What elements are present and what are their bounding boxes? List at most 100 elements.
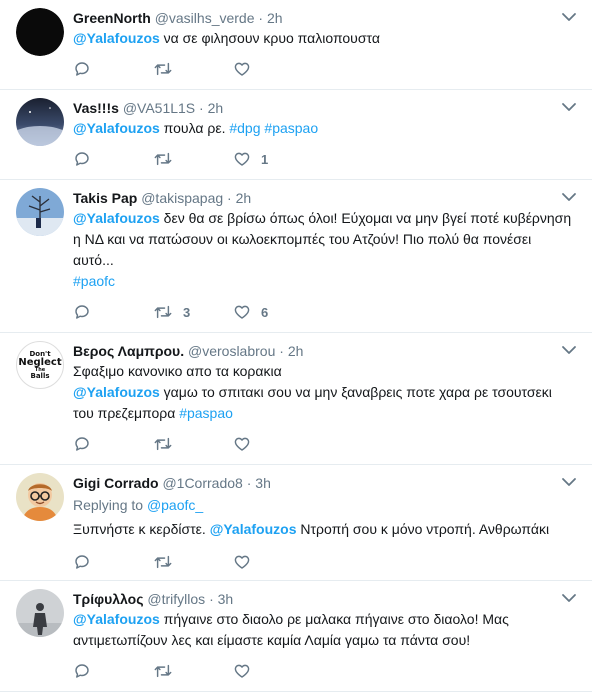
tweet-actions: 36: [73, 302, 582, 322]
display-name[interactable]: Takis Pap: [73, 190, 137, 206]
hashtag-link[interactable]: #paofc: [73, 273, 115, 289]
like-button[interactable]: [233, 435, 313, 453]
reply-icon: [73, 150, 91, 168]
chevron-down-icon[interactable]: [560, 190, 578, 204]
tweet-text: Ξυπνήστε κ κερδίστε. @Yalafouzos Ντροπή …: [73, 519, 582, 540]
reply-button[interactable]: [73, 435, 153, 453]
mention-link[interactable]: @Yalafouzos: [73, 30, 160, 46]
chevron-down-icon[interactable]: [560, 591, 578, 605]
separator-dot: ·: [279, 343, 284, 359]
separator-dot: ·: [209, 591, 214, 607]
tweet-header: Takis Pap @takispapag · 2h: [73, 188, 582, 208]
display-name[interactable]: GreenNorth: [73, 10, 151, 26]
mention-link[interactable]: @Yalafouzos: [210, 521, 297, 537]
tweet-text-line: @Yalafouzos να σε φιλησουν κρυο παλιοπου…: [73, 28, 582, 49]
like-button[interactable]: 1: [233, 150, 313, 168]
like-icon: [233, 60, 251, 78]
tweet-text-line: αυτό...: [73, 250, 582, 271]
timestamp[interactable]: 2h: [288, 343, 304, 359]
mention-link[interactable]: @Yalafouzos: [73, 210, 160, 226]
tweet-header: GreenNorth @vasilhs_verde · 2h: [73, 8, 582, 28]
timestamp[interactable]: 3h: [218, 591, 234, 607]
tweet-text: Σφαξιμο κανονικο απο τα κορακια @Yalafouz…: [73, 361, 582, 424]
tweet[interactable]: Don't Neglect The Balls Βερος Λαμπρου. @vero…: [0, 333, 592, 465]
like-count: 1: [261, 151, 269, 167]
reply-button[interactable]: [73, 150, 153, 168]
chevron-down-icon[interactable]: [560, 475, 578, 489]
reply-button[interactable]: [73, 553, 153, 571]
chevron-down-icon[interactable]: [560, 100, 578, 114]
avatar[interactable]: [16, 589, 64, 637]
display-name[interactable]: Vas!!!s: [73, 100, 119, 116]
tweet-actions: [73, 552, 582, 572]
hashtag-link[interactable]: #paspao: [179, 405, 233, 421]
display-name[interactable]: Gigi Corrado: [73, 475, 159, 491]
like-button[interactable]: [233, 553, 313, 571]
chevron-down-icon[interactable]: [560, 10, 578, 24]
tweet-feed: GreenNorth @vasilhs_verde · 2h @Yalafouzo…: [0, 0, 592, 692]
timestamp[interactable]: 2h: [236, 190, 252, 206]
retweet-count: 3: [183, 304, 191, 320]
avatar[interactable]: [16, 473, 64, 521]
tweet[interactable]: Τρίφυλλος @trifyllos · 3h @Yalafouzos πήγ…: [0, 581, 592, 692]
separator-dot: ·: [246, 475, 252, 491]
reply-icon: [73, 662, 91, 680]
tweet[interactable]: Vas!!!s @VA51L1S · 2h @Yalafouzos πουλα ρ…: [0, 90, 592, 180]
like-icon: [233, 150, 251, 168]
retweet-button[interactable]: [153, 662, 233, 680]
reply-icon: [73, 60, 91, 78]
tweet-header: Τρίφυλλος @trifyllos · 3h: [73, 589, 582, 609]
reply-button[interactable]: [73, 60, 153, 78]
retweet-icon: [153, 662, 173, 680]
text-segment: η ΝΔ και να πατώσουν οι κωλοεκπομπές του…: [73, 231, 532, 247]
display-name[interactable]: Τρίφυλλος: [73, 591, 144, 607]
retweet-button[interactable]: [153, 435, 233, 453]
user-handle[interactable]: @1Corrado8: [162, 475, 242, 491]
timestamp[interactable]: 3h: [255, 475, 271, 491]
retweet-button[interactable]: 3: [153, 303, 233, 321]
retweet-button[interactable]: [153, 553, 233, 571]
timestamp[interactable]: 2h: [208, 100, 224, 116]
tweet[interactable]: Gigi Corrado @1Corrado8 · 3h Replying to …: [0, 465, 592, 581]
retweet-icon: [153, 60, 173, 78]
tweet-text: @Yalafouzos να σε φιλησουν κρυο παλιοπου…: [73, 28, 582, 49]
tweet-text-line: η ΝΔ και να πατώσουν οι κωλοεκπομπές του…: [73, 229, 582, 250]
avatar[interactable]: [16, 8, 64, 56]
separator-dot: ·: [227, 190, 232, 206]
reply-button[interactable]: [73, 303, 153, 321]
retweet-button[interactable]: [153, 60, 233, 78]
user-handle[interactable]: @vasilhs_verde: [155, 10, 255, 26]
avatar[interactable]: Don't Neglect The Balls: [16, 341, 64, 389]
mention-link[interactable]: @Yalafouzos: [73, 611, 160, 627]
timestamp[interactable]: 2h: [267, 10, 283, 26]
tweet-text-line: @Yalafouzos γαμω το σπιτακι σου να μην ξ…: [73, 382, 582, 403]
user-handle[interactable]: @VA51L1S: [123, 100, 195, 116]
like-button[interactable]: [233, 60, 313, 78]
like-button[interactable]: 6: [233, 303, 313, 321]
tweet-text-line: Σφαξιμο κανονικο απο τα κορακια: [73, 361, 582, 382]
tweet[interactable]: Takis Pap @takispapag · 2h @Yalafouzos δε…: [0, 180, 592, 333]
text-segment: αυτό...: [73, 252, 114, 268]
retweet-button[interactable]: [153, 150, 233, 168]
display-name[interactable]: Βερος Λαμπρου.: [73, 343, 184, 359]
like-button[interactable]: [233, 662, 313, 680]
chevron-down-icon[interactable]: [560, 343, 578, 357]
mention-link[interactable]: @Yalafouzos: [73, 384, 160, 400]
reply-button[interactable]: [73, 662, 153, 680]
replying-handle-link[interactable]: @paofc_: [147, 497, 203, 513]
hashtag-link[interactable]: #paspao: [264, 120, 318, 136]
hashtag-link[interactable]: #dpg: [229, 120, 260, 136]
tweet-header: Vas!!!s @VA51L1S · 2h: [73, 98, 582, 118]
reply-icon: [73, 553, 91, 571]
avatar[interactable]: [16, 98, 64, 146]
avatar[interactable]: [16, 188, 64, 236]
like-icon: [233, 303, 251, 321]
reply-icon: [73, 303, 91, 321]
user-handle[interactable]: @trifyllos: [147, 591, 205, 607]
user-handle[interactable]: @takispapag: [141, 190, 223, 206]
user-handle[interactable]: @veroslabrou: [188, 343, 275, 359]
tweet-text-line: #paofc: [73, 271, 582, 292]
mention-link[interactable]: @Yalafouzos: [73, 120, 160, 136]
text-segment: να σε φιλησουν κρυο παλιοπουστα: [159, 30, 380, 46]
tweet[interactable]: GreenNorth @vasilhs_verde · 2h @Yalafouzo…: [0, 0, 592, 90]
